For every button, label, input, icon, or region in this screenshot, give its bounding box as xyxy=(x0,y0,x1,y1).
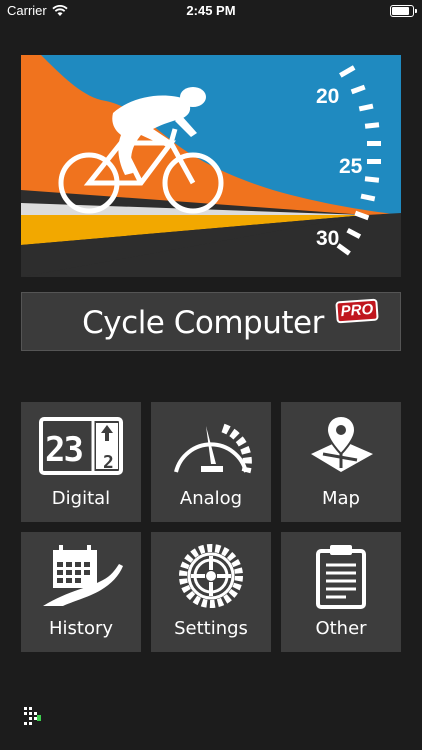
clipboard-icon xyxy=(281,540,401,612)
map-tile[interactable]: Map xyxy=(281,402,401,522)
gear-wheel-icon xyxy=(151,540,271,612)
speed-tick-20: 20 xyxy=(316,85,340,108)
status-bar: Carrier 2:45 PM xyxy=(0,0,422,22)
settings-tile[interactable]: Settings xyxy=(151,532,271,652)
history-label: History xyxy=(48,618,114,639)
other-tile[interactable]: Other xyxy=(281,532,401,652)
speed-tick-30: 30 xyxy=(316,227,340,250)
app-title-bar: Cycle Computer PRO xyxy=(21,292,401,351)
clock: 2:45 PM xyxy=(186,3,236,18)
digital-display-icon: 23 2 xyxy=(21,410,141,482)
history-tile[interactable]: History xyxy=(21,532,141,652)
digital-label: Digital xyxy=(51,488,111,509)
analog-label: Analog xyxy=(179,488,243,509)
calendar-road-icon xyxy=(21,540,141,612)
menu-grid: 23 2 Digital Analog Map History Settings… xyxy=(21,402,401,652)
map-label: Map xyxy=(322,488,360,509)
developer-logo-icon[interactable] xyxy=(22,705,42,732)
other-label: Other xyxy=(315,618,367,639)
hero-banner: 20 25 30 xyxy=(21,55,401,277)
speedometer-icon xyxy=(151,410,271,482)
pro-badge: PRO xyxy=(335,298,379,324)
settings-label: Settings xyxy=(174,618,248,639)
digital-icon-small-number: 2 xyxy=(103,452,114,473)
map-pin-icon xyxy=(281,410,401,482)
speed-tick-25: 25 xyxy=(339,155,363,178)
digital-icon-big-number: 23 xyxy=(45,430,84,470)
analog-tile[interactable]: Analog xyxy=(151,402,271,522)
battery-icon xyxy=(390,5,417,17)
digital-tile[interactable]: 23 2 Digital xyxy=(21,402,141,522)
